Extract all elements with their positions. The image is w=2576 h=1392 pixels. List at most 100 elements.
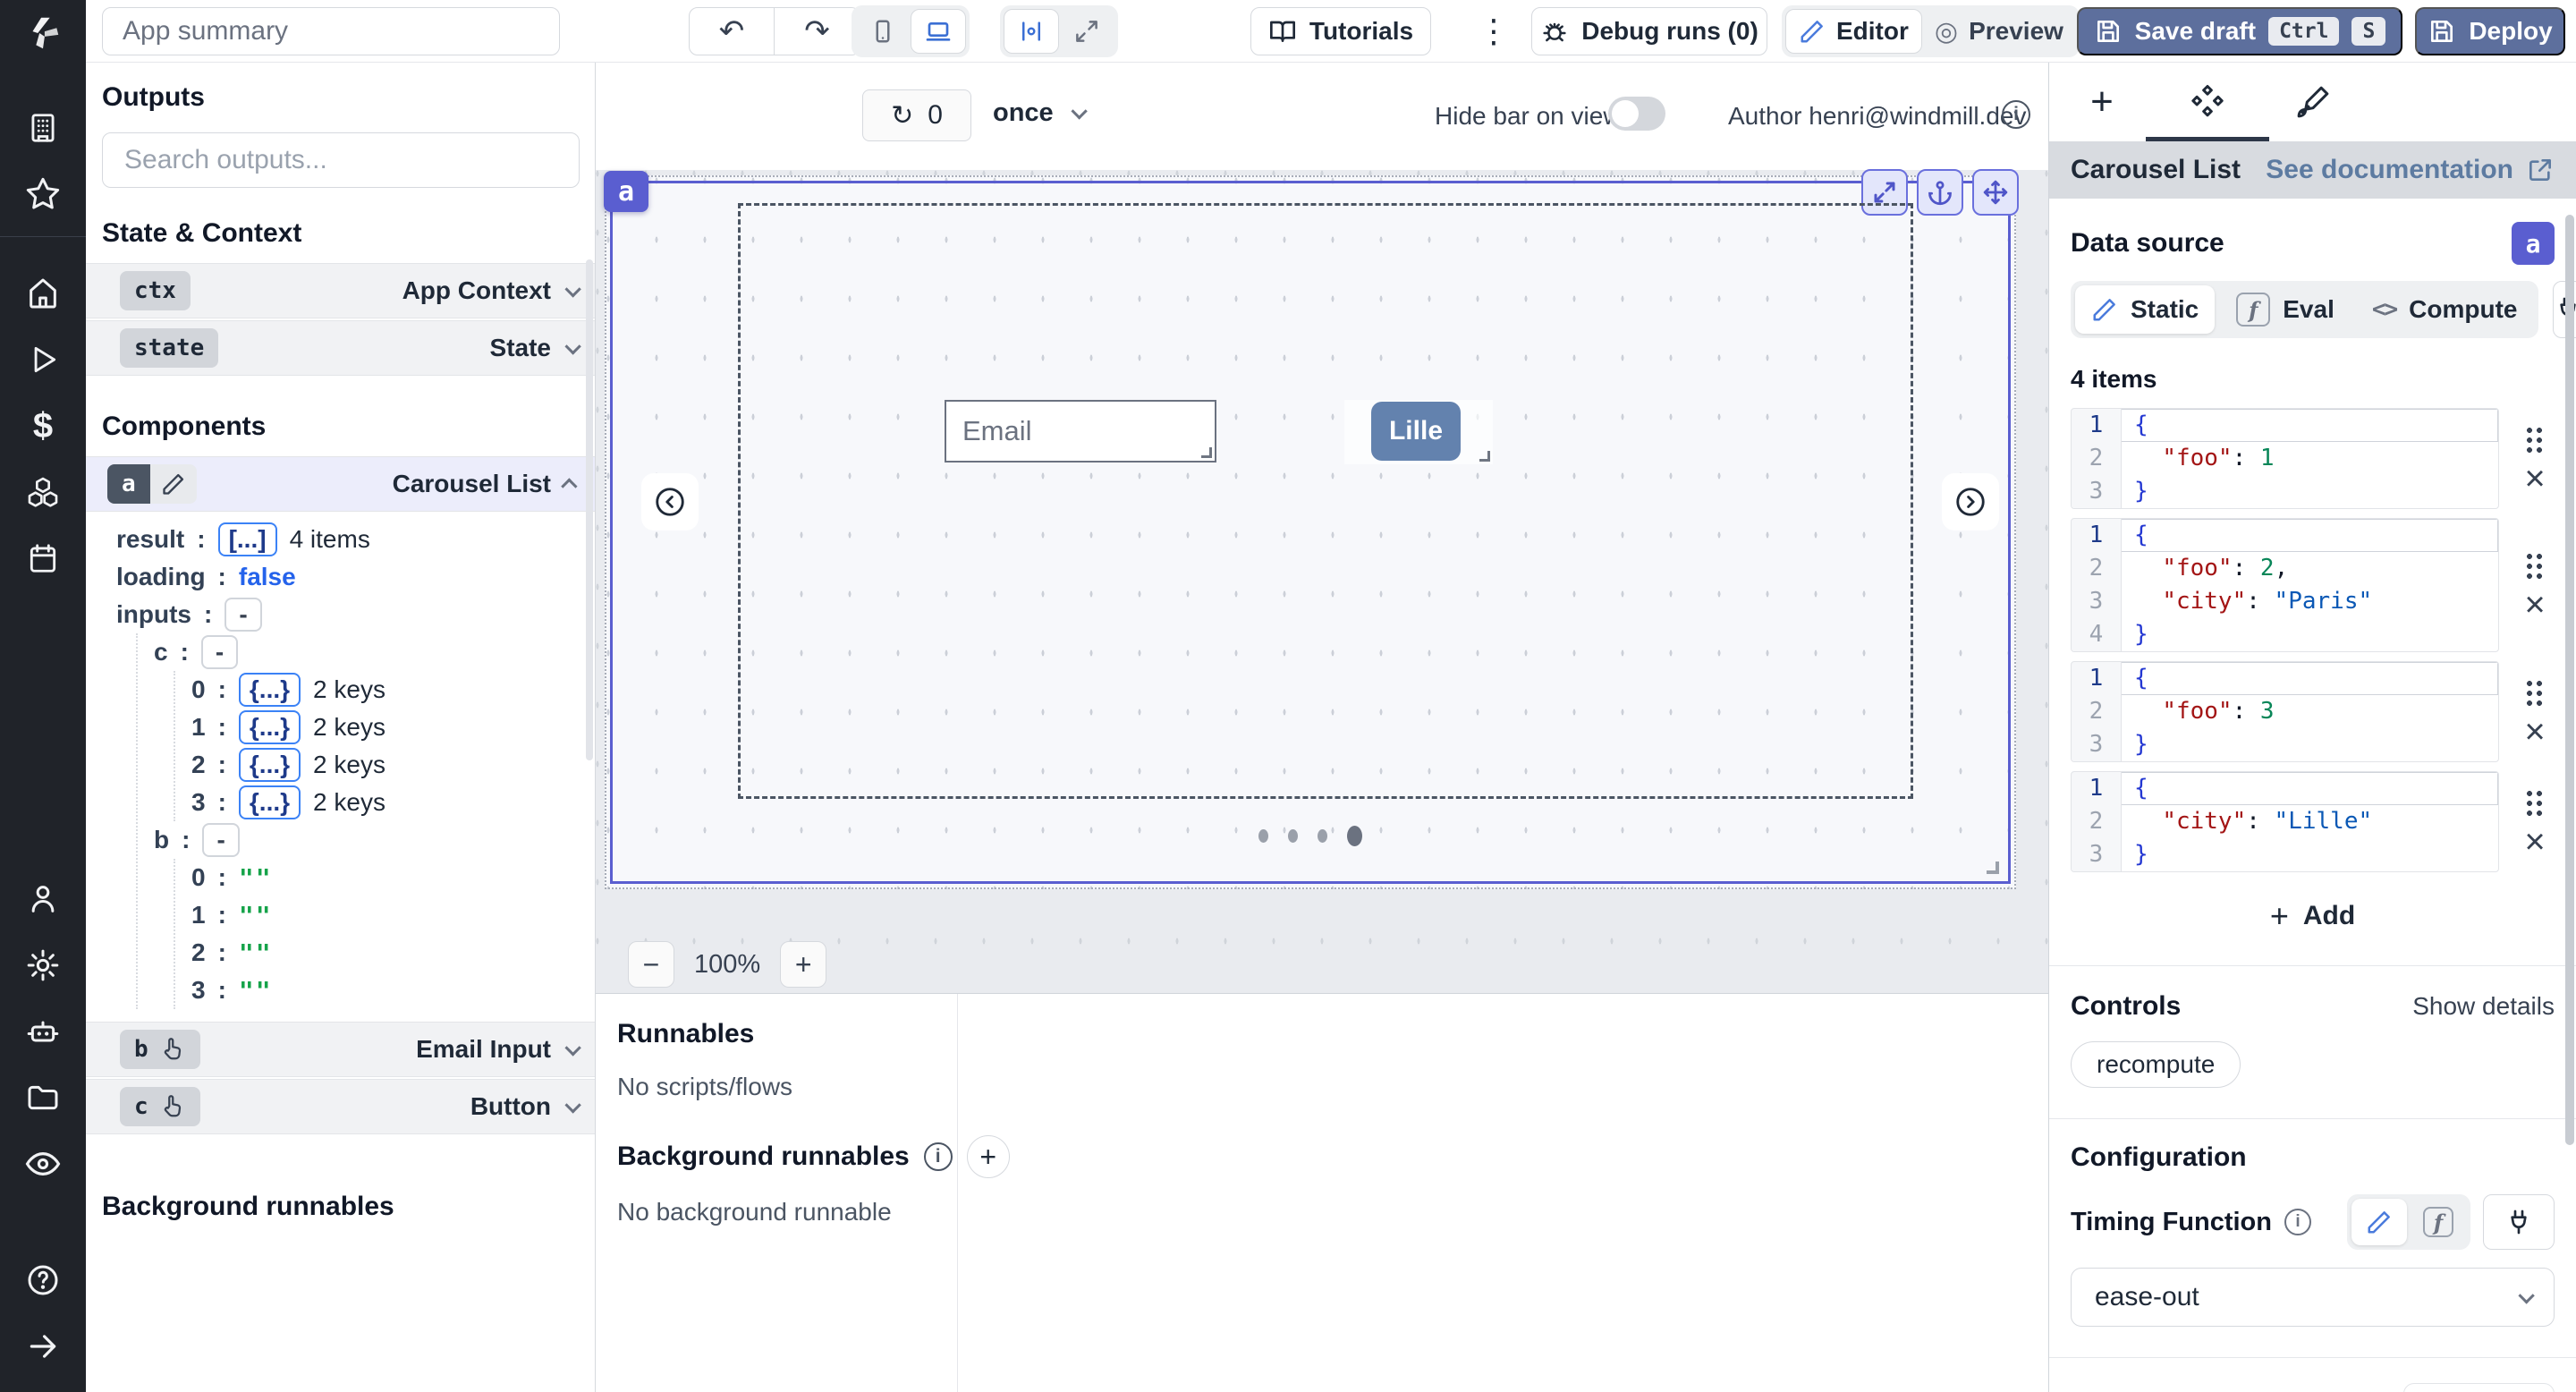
- mobile-view-button[interactable]: [855, 9, 911, 54]
- resize-corner-icon[interactable]: [1201, 447, 1212, 458]
- folders-icon[interactable]: [0, 1065, 86, 1131]
- zoom-in-button[interactable]: +: [780, 941, 826, 988]
- collapse-pill[interactable]: -: [201, 635, 238, 669]
- delete-item-button[interactable]: ×: [2524, 718, 2545, 745]
- eval-mode-button[interactable]: f Eval: [2220, 285, 2351, 334]
- static-mode-button[interactable]: Static: [2075, 285, 2215, 334]
- settings-gear-icon[interactable]: [0, 932, 86, 998]
- workers-robot-icon[interactable]: [0, 998, 86, 1065]
- carousel-dot[interactable]: [1288, 829, 1298, 843]
- anchor-component-button[interactable]: [1917, 169, 1963, 216]
- drag-handle-icon[interactable]: [2525, 679, 2545, 706]
- rename-pencil-icon[interactable]: [150, 464, 197, 504]
- favorites-star-icon[interactable]: [0, 161, 86, 227]
- carousel-dot[interactable]: [1258, 829, 1268, 843]
- app-summary-input[interactable]: [102, 7, 560, 55]
- carousel-dot[interactable]: [1318, 829, 1327, 843]
- static-mode-button[interactable]: [2351, 1199, 2407, 1245]
- expand-object-pill[interactable]: {...}: [239, 673, 301, 707]
- drag-handle-icon[interactable]: [2525, 426, 2545, 453]
- expand-object-pill[interactable]: {...}: [239, 785, 301, 819]
- right-panel-scrollbar[interactable]: [2565, 215, 2574, 1145]
- recompute-chip[interactable]: recompute: [2071, 1041, 2241, 1088]
- preview-tab[interactable]: ◎ Preview: [1922, 9, 2076, 54]
- redo-button[interactable]: ↷: [775, 7, 860, 55]
- user-icon[interactable]: [0, 866, 86, 932]
- app-container[interactable]: a: [605, 175, 2016, 889]
- compute-mode-button[interactable]: <> Compute: [2356, 285, 2534, 334]
- selection-id-badge[interactable]: a: [604, 171, 648, 212]
- hide-bar-toggle[interactable]: [1608, 97, 1665, 131]
- expand-object-pill[interactable]: {...}: [239, 710, 301, 744]
- delete-item-button[interactable]: ×: [2524, 828, 2545, 855]
- workspace-icon[interactable]: [0, 95, 86, 161]
- info-icon[interactable]: i: [924, 1142, 953, 1171]
- add-item-button[interactable]: + Add: [2270, 897, 2355, 935]
- component-c-row[interactable]: c Button: [86, 1079, 595, 1134]
- json-code-editor[interactable]: 1{2 "foo": 2,3 "city": "Paris"4}: [2071, 518, 2499, 652]
- left-panel-scrollbar[interactable]: [586, 259, 593, 760]
- delete-item-button[interactable]: ×: [2524, 465, 2545, 492]
- styling-tab[interactable]: [2260, 63, 2366, 141]
- schedules-calendar-icon[interactable]: [0, 525, 86, 591]
- info-icon[interactable]: i: [2284, 1209, 2311, 1235]
- schedule-dropdown[interactable]: once: [993, 98, 1083, 128]
- move-component-button[interactable]: [1972, 169, 2019, 216]
- home-icon[interactable]: [0, 260, 86, 327]
- resize-corner-icon[interactable]: [1479, 451, 1490, 462]
- resources-boxes-icon[interactable]: [0, 459, 86, 525]
- audit-eye-icon[interactable]: [0, 1131, 86, 1197]
- show-details-link[interactable]: Show details: [2412, 992, 2555, 1021]
- button-component[interactable]: Lille: [1371, 402, 1461, 461]
- info-icon[interactable]: i: [2002, 100, 2030, 129]
- zoom-out-button[interactable]: −: [628, 941, 674, 988]
- eval-mode-button[interactable]: f: [2411, 1199, 2466, 1245]
- help-icon[interactable]: [0, 1247, 86, 1313]
- add-background-runnable-button[interactable]: +: [967, 1135, 1010, 1178]
- carousel-prev-button[interactable]: [641, 473, 699, 530]
- json-code-editor[interactable]: 1{2 "foo": 33}: [2071, 661, 2499, 762]
- save-draft-button[interactable]: Save draft Ctrl S: [2077, 7, 2402, 55]
- carousel-item-dropzone[interactable]: [738, 203, 1913, 799]
- more-options-kebab[interactable]: ⋮: [1474, 7, 1513, 55]
- state-row[interactable]: state State: [86, 320, 595, 376]
- fullscreen-button[interactable]: [1059, 9, 1114, 54]
- undo-button[interactable]: ↶: [689, 7, 775, 55]
- drag-handle-icon[interactable]: [2525, 552, 2545, 579]
- json-code-editor[interactable]: 1{2 "city": "Lille"3}: [2071, 771, 2499, 872]
- debug-runs-button[interactable]: Debug runs (0): [1531, 7, 1767, 55]
- runs-play-icon[interactable]: [0, 327, 86, 393]
- variables-dollar-icon[interactable]: $: [0, 393, 86, 459]
- delete-item-button[interactable]: ×: [2524, 591, 2545, 618]
- expand-object-pill[interactable]: {...}: [239, 748, 301, 782]
- collapse-rail-arrow-icon[interactable]: [0, 1313, 86, 1379]
- carousel-dot-active[interactable]: [1347, 826, 1362, 846]
- canvas-area[interactable]: a: [596, 170, 2048, 993]
- settings-tab[interactable]: [2155, 63, 2260, 141]
- deploy-button[interactable]: Deploy: [2415, 7, 2565, 55]
- carousel-next-button[interactable]: [1942, 473, 1999, 530]
- desktop-view-button[interactable]: [911, 9, 966, 54]
- json-code-editor[interactable]: 1{2 "foo": 13}: [2071, 408, 2499, 509]
- email-input-component[interactable]: Email: [945, 400, 1216, 463]
- ctx-row[interactable]: ctx App Context: [86, 263, 595, 318]
- windmill-logo-icon[interactable]: [22, 13, 64, 54]
- editor-tab[interactable]: Editor: [1785, 9, 1922, 54]
- search-outputs-input[interactable]: [102, 132, 580, 188]
- component-b-row[interactable]: b Email Input: [86, 1022, 595, 1077]
- component-a-row[interactable]: a Carousel List: [86, 456, 595, 512]
- timing-function-select[interactable]: ease-out: [2071, 1268, 2555, 1327]
- line-number: 1: [2072, 662, 2122, 695]
- tutorials-button[interactable]: Tutorials: [1250, 7, 1431, 55]
- drag-handle-icon[interactable]: [2525, 789, 2545, 816]
- connect-plug-button[interactable]: [2483, 1194, 2555, 1250]
- selection-resize-handle[interactable]: [1987, 862, 1999, 874]
- show-styling-button[interactable]: Show: [2403, 1383, 2555, 1392]
- insert-component-tab[interactable]: +: [2049, 63, 2155, 141]
- center-content-button[interactable]: [1004, 9, 1059, 54]
- collapse-pill[interactable]: -: [225, 598, 261, 632]
- refresh-count-button[interactable]: ↻ 0: [862, 89, 971, 141]
- expand-array-pill[interactable]: [...]: [218, 522, 277, 556]
- collapse-pill[interactable]: -: [202, 823, 239, 857]
- see-documentation-link[interactable]: See documentation: [2266, 155, 2555, 185]
